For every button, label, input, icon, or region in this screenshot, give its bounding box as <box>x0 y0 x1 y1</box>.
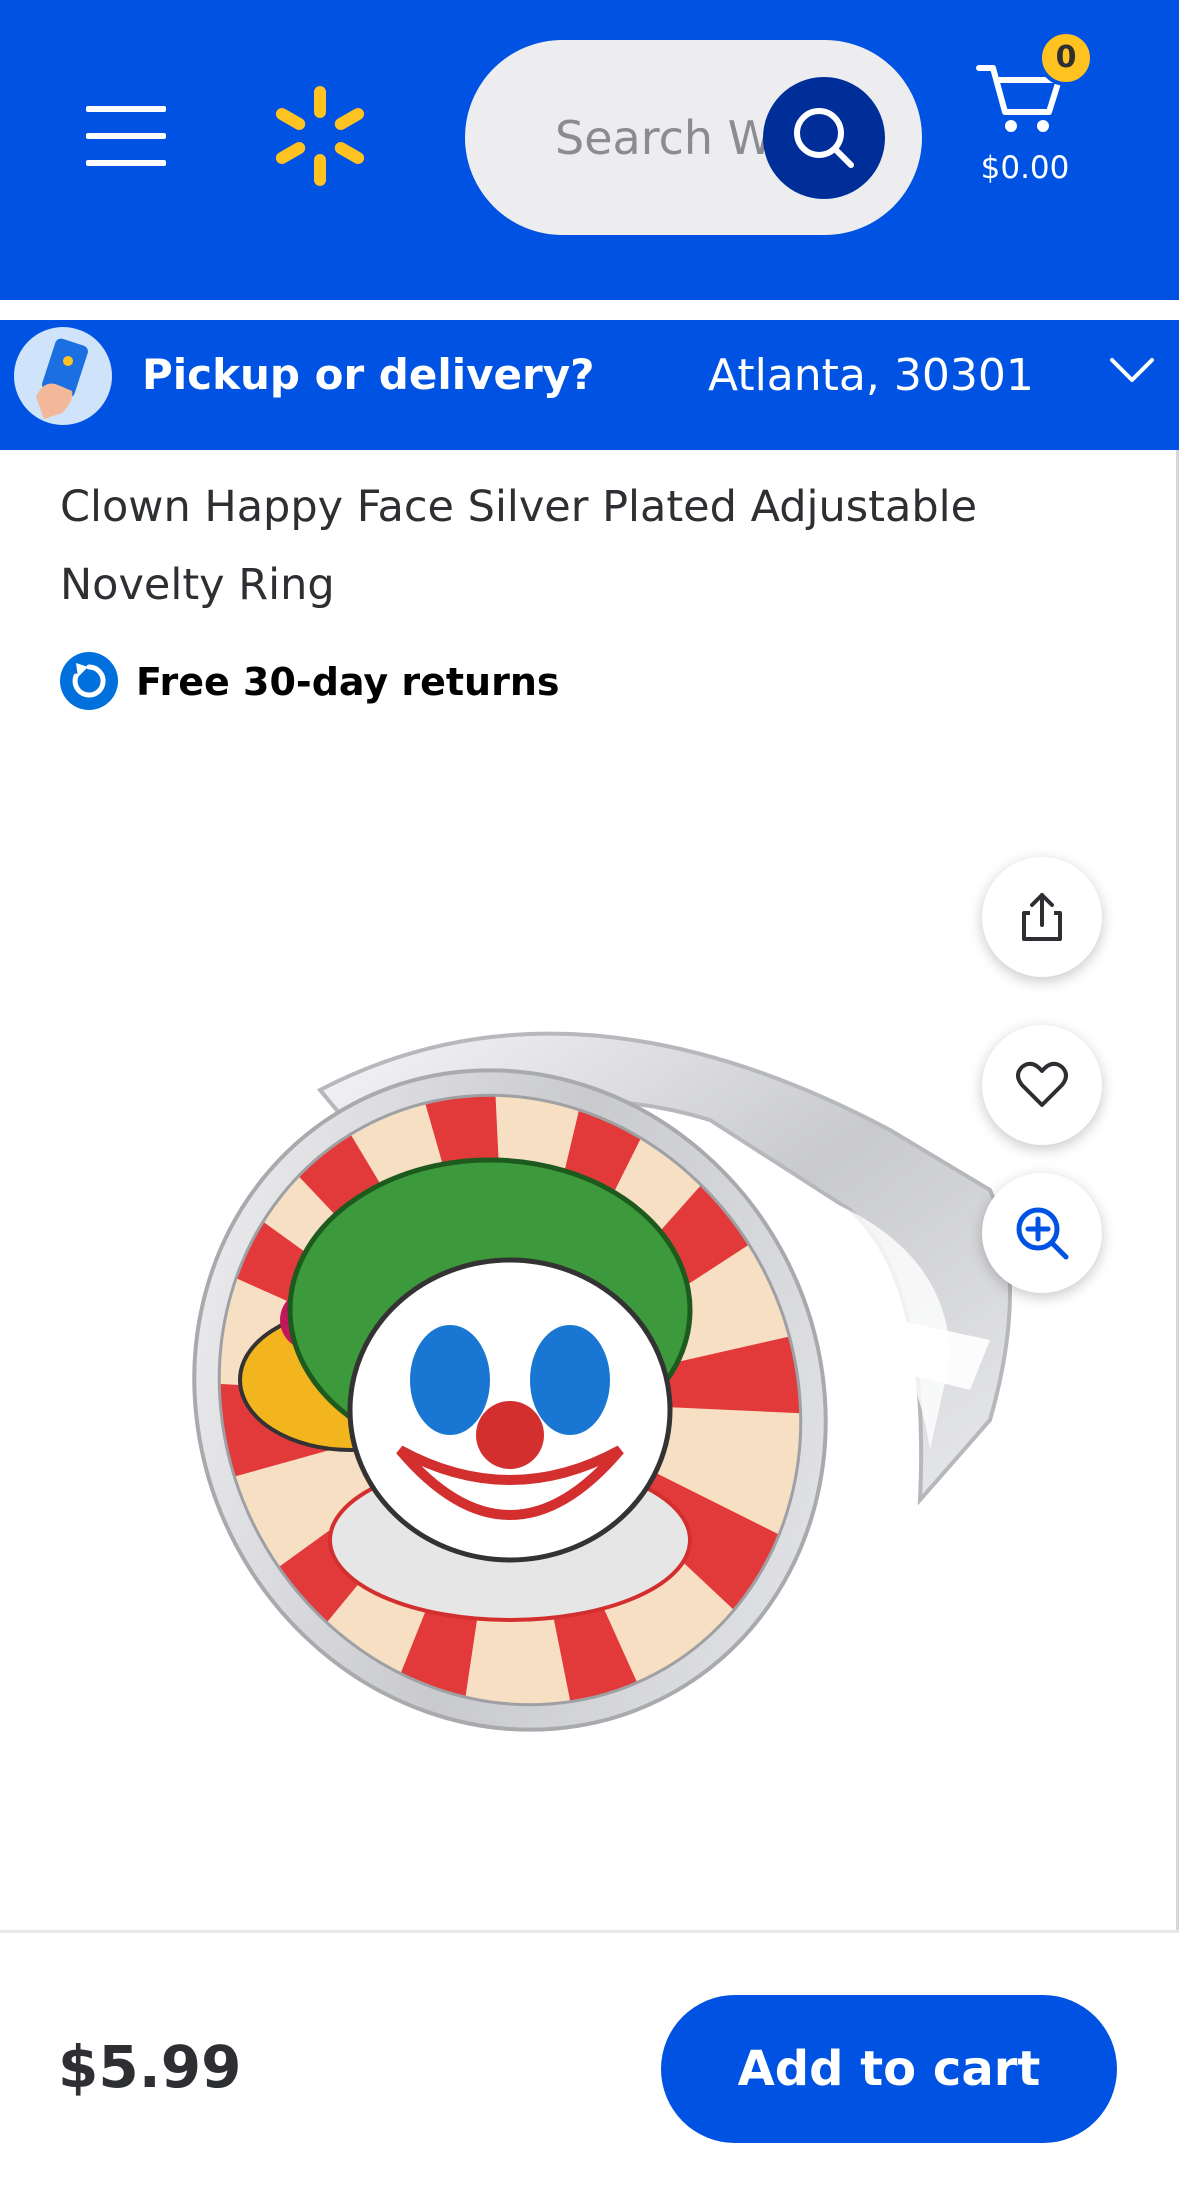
purchase-footer: $5.99 Add to cart <box>0 1930 1179 2194</box>
search-button[interactable] <box>763 77 885 199</box>
product-price: $5.99 <box>58 2033 242 2101</box>
share-icon <box>1022 893 1062 941</box>
returns-icon <box>60 652 118 710</box>
cart-count-badge: 0 <box>1038 30 1094 86</box>
cart-button[interactable]: 0 $0.00 <box>975 30 1095 200</box>
heart-icon <box>1016 1061 1068 1107</box>
search-icon <box>794 108 854 168</box>
zoom-in-icon <box>1016 1207 1069 1260</box>
share-button[interactable] <box>982 857 1102 977</box>
add-to-cart-button[interactable]: Add to cart <box>661 1995 1117 2143</box>
zoom-button[interactable] <box>982 1173 1102 1293</box>
returns-label: Free 30-day returns <box>136 660 560 704</box>
search-bar <box>465 40 922 235</box>
cart-total: $0.00 <box>980 150 1070 186</box>
menu-icon-line <box>86 133 166 139</box>
menu-icon-line <box>86 160 166 166</box>
walmart-spark-logo[interactable] <box>270 84 370 188</box>
product-image[interactable] <box>150 980 1030 1800</box>
pickup-delivery-icon <box>14 327 112 425</box>
pickup-delivery-bar[interactable]: Pickup or delivery? Atlanta, 30301 <box>0 320 1179 450</box>
product-title: Clown Happy Face Silver Plated Adjustabl… <box>60 482 978 610</box>
search-input[interactable] <box>555 100 775 176</box>
location-city: Atlanta, 30301 <box>708 350 1034 401</box>
menu-button[interactable] <box>86 106 166 166</box>
menu-icon <box>86 106 166 112</box>
pickup-delivery-label: Pickup or delivery? <box>142 350 595 399</box>
chevron-down-icon <box>1110 358 1154 382</box>
top-header: 0 $0.00 <box>0 0 1179 300</box>
favorite-button[interactable] <box>982 1025 1102 1145</box>
